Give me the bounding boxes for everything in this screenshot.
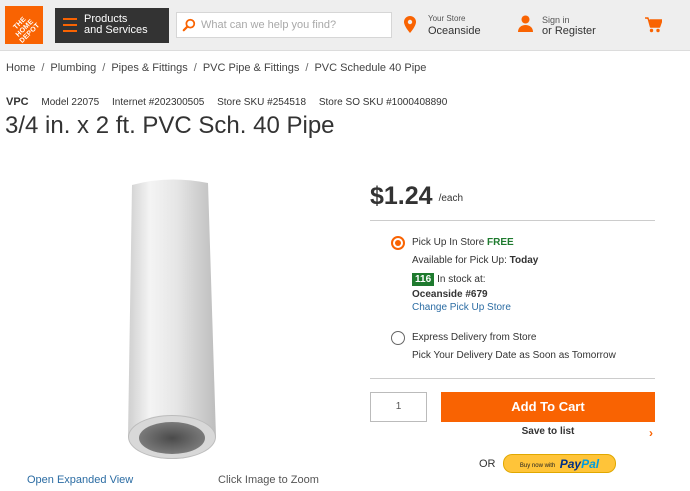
product-title: 3/4 in. x 2 ft. PVC Sch. 40 Pipe <box>5 112 335 139</box>
store-so-sku: Store SO SKU #1000408890 <box>318 97 448 108</box>
quantity-input[interactable]: 1 <box>370 392 427 422</box>
chevron-right-icon: › <box>649 426 653 440</box>
search-bar <box>176 12 392 38</box>
internet-number: Internet #202300505 <box>112 97 205 108</box>
change-pickup-store-link[interactable]: Change Pick Up Store <box>412 302 511 313</box>
product-meta: VPC Model 22075 Internet #202300505 Stor… <box>6 96 457 108</box>
paypal-button[interactable]: Buy now with PayPal <box>503 454 616 473</box>
divider <box>370 378 655 379</box>
stock-store: Oceanside #679 <box>412 289 488 300</box>
open-expanded-view-link[interactable]: Open Expanded View <box>27 474 133 486</box>
delivery-radio[interactable] <box>391 331 405 345</box>
sign-in-register[interactable]: Sign in or Register <box>518 14 618 40</box>
pvc-pipe-image <box>128 179 216 459</box>
location-pin-icon <box>404 16 416 33</box>
breadcrumb-plumbing[interactable]: Plumbing <box>50 62 96 74</box>
delivery-subtext: Pick Your Delivery Date as Soon as Tomor… <box>412 350 616 361</box>
price: $1.24/each <box>370 182 464 210</box>
add-to-cart-button[interactable]: Add To Cart <box>441 392 655 422</box>
search-input[interactable] <box>201 16 386 34</box>
stock-info: 116 In stock at: <box>412 273 486 286</box>
model-number: Model 22075 <box>41 97 100 108</box>
products-services-menu-button[interactable]: Products and Services <box>55 8 169 43</box>
save-to-list-button[interactable]: Save to list › <box>441 426 655 442</box>
stock-count-badge: 116 <box>412 273 435 286</box>
click-to-zoom-hint: Click Image to Zoom <box>218 474 319 486</box>
or-separator: OR <box>479 458 496 470</box>
hamburger-menu-icon <box>63 18 77 32</box>
pickup-option-label: Pick Up In Store FREE <box>412 237 514 248</box>
home-depot-logo[interactable]: THE HOME DEPOT <box>5 6 43 44</box>
breadcrumb-pvc-schedule-40[interactable]: PVC Schedule 40 Pipe <box>314 62 426 74</box>
breadcrumb-pvc-pipe-fittings[interactable]: PVC Pipe & Fittings <box>203 62 300 74</box>
breadcrumb-pipes-fittings[interactable]: Pipes & Fittings <box>111 62 187 74</box>
divider <box>370 220 655 221</box>
cart-icon[interactable] <box>645 17 662 33</box>
site-header: THE HOME DEPOT Products and Services You… <box>0 0 690 51</box>
breadcrumb-home[interactable]: Home <box>6 62 35 74</box>
store-sku: Store SKU #254518 <box>217 97 307 108</box>
store-selector[interactable]: Your Store Oceanside <box>404 14 504 40</box>
pickup-availability: Available for Pick Up: Today <box>412 255 539 266</box>
brand-link[interactable]: VPC <box>6 96 29 108</box>
pickup-radio[interactable] <box>391 236 405 250</box>
search-icon[interactable] <box>182 18 196 32</box>
product-image[interactable] <box>120 175 220 465</box>
delivery-option-label: Express Delivery from Store <box>412 332 537 343</box>
breadcrumb: Home / Plumbing / Pipes & Fittings / PVC Pipe … <box>6 62 427 74</box>
user-icon <box>518 15 533 32</box>
